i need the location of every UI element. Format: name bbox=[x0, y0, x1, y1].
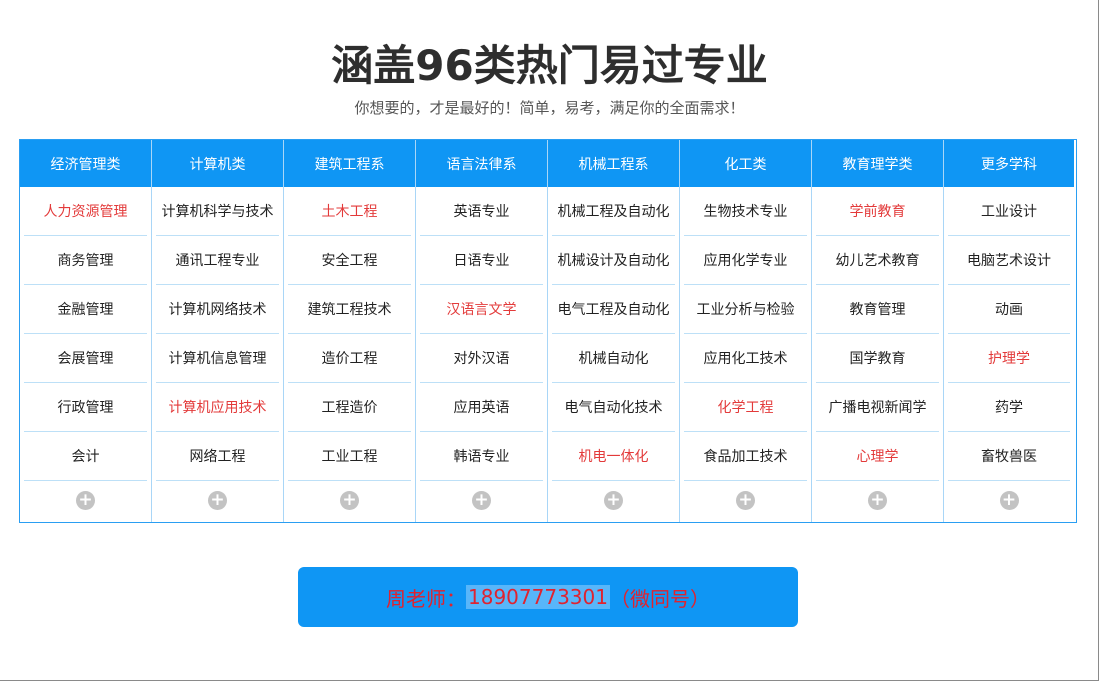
more-row: + bbox=[284, 481, 415, 519]
major-link[interactable]: 食品加工技术 bbox=[684, 432, 807, 481]
page: 涵盖96类热门易过专业 你想要的，才是最好的！简单，易考，满足你的全面需求！ 经… bbox=[0, 0, 1099, 681]
major-link[interactable]: 教育管理 bbox=[816, 285, 939, 334]
major-link[interactable]: 造价工程 bbox=[288, 334, 411, 383]
contact-button[interactable]: 周老师： 18907773301 （微同号） bbox=[298, 567, 798, 627]
category-column: 教育理学类 学前教育 幼儿艺术教育 教育管理 国学教育 广播电视新闻学 心理学 + bbox=[812, 140, 944, 522]
major-link[interactable]: 工业分析与检验 bbox=[684, 285, 807, 334]
plus-icon[interactable]: + bbox=[340, 490, 359, 510]
major-link[interactable]: 计算机信息管理 bbox=[156, 334, 279, 383]
major-link[interactable]: 金融管理 bbox=[24, 285, 147, 334]
major-link[interactable]: 计算机科学与技术 bbox=[156, 187, 279, 236]
major-link[interactable]: 幼儿艺术教育 bbox=[816, 236, 939, 285]
major-link[interactable]: 药学 bbox=[948, 383, 1070, 432]
category-header[interactable]: 机械工程系 bbox=[548, 140, 679, 187]
major-link[interactable]: 计算机网络技术 bbox=[156, 285, 279, 334]
major-link[interactable]: 商务管理 bbox=[24, 236, 147, 285]
major-link[interactable]: 韩语专业 bbox=[420, 432, 543, 481]
major-link[interactable]: 机械设计及自动化 bbox=[552, 236, 675, 285]
major-link[interactable]: 广播电视新闻学 bbox=[816, 383, 939, 432]
category-header[interactable]: 建筑工程系 bbox=[284, 140, 415, 187]
page-subtitle: 你想要的，才是最好的！简单，易考，满足你的全面需求！ bbox=[354, 99, 745, 117]
major-link[interactable]: 工业工程 bbox=[288, 432, 411, 481]
category-column: 语言法律系 英语专业 日语专业 汉语言文学 对外汉语 应用英语 韩语专业 + bbox=[416, 140, 548, 522]
more-row: + bbox=[812, 481, 943, 519]
category-header[interactable]: 化工类 bbox=[680, 140, 811, 187]
major-link[interactable]: 心理学 bbox=[816, 432, 939, 481]
plus-icon[interactable]: + bbox=[472, 490, 491, 510]
major-link[interactable]: 工业设计 bbox=[948, 187, 1070, 236]
major-link[interactable]: 电气工程及自动化 bbox=[552, 285, 675, 334]
plus-icon[interactable]: + bbox=[868, 490, 887, 510]
major-link[interactable]: 电气自动化技术 bbox=[552, 383, 675, 432]
more-row: + bbox=[548, 481, 679, 519]
plus-icon[interactable]: + bbox=[604, 490, 623, 510]
category-header[interactable]: 教育理学类 bbox=[812, 140, 943, 187]
more-row: + bbox=[944, 481, 1074, 519]
plus-icon[interactable]: + bbox=[208, 490, 227, 510]
category-column: 化工类 生物技术专业 应用化学专业 工业分析与检验 应用化工技术 化学工程 食品加工技术 + bbox=[680, 140, 812, 522]
major-link[interactable]: 学前教育 bbox=[816, 187, 939, 236]
major-link[interactable]: 生物技术专业 bbox=[684, 187, 807, 236]
category-column: 计算机类 计算机科学与技术 通讯工程专业 计算机网络技术 计算机信息管理 计算机应用技术网… bbox=[152, 140, 284, 522]
major-link[interactable]: 应用化学专业 bbox=[684, 236, 807, 285]
category-header[interactable]: 计算机类 bbox=[152, 140, 283, 187]
major-link[interactable]: 会计 bbox=[24, 432, 147, 481]
major-link[interactable]: 安全工程 bbox=[288, 236, 411, 285]
major-link[interactable]: 动画 bbox=[948, 285, 1070, 334]
more-row: + bbox=[416, 481, 547, 519]
category-header[interactable]: 经济管理类 bbox=[20, 140, 151, 187]
major-link[interactable]: 化学工程 bbox=[684, 383, 807, 432]
major-link[interactable]: 机械工程及自动化 bbox=[552, 187, 675, 236]
category-header[interactable]: 语言法律系 bbox=[416, 140, 547, 187]
major-link[interactable]: 通讯工程专业 bbox=[156, 236, 279, 285]
major-link[interactable]: 工程造价 bbox=[288, 383, 411, 432]
contact-suffix: （微同号） bbox=[609, 586, 710, 611]
contact-phone: 18907773301 bbox=[466, 585, 610, 609]
plus-icon[interactable]: + bbox=[999, 490, 1019, 510]
major-link[interactable]: 网络工程 bbox=[156, 432, 279, 481]
major-link[interactable]: 行政管理 bbox=[24, 383, 147, 432]
major-link[interactable]: 人力资源管理 bbox=[24, 187, 147, 236]
plus-icon[interactable]: + bbox=[76, 490, 95, 510]
major-link[interactable]: 护理学 bbox=[948, 334, 1070, 383]
major-link[interactable]: 机械自动化 bbox=[552, 334, 675, 383]
more-row: + bbox=[20, 481, 151, 519]
majors-grid: 经济管理类 人力资源管理 商务管理 金融管理 会展管理 行政管理 会计 + 计算机类 计算机科学与… bbox=[19, 139, 1077, 523]
category-column: 经济管理类 人力资源管理 商务管理 金融管理 会展管理 行政管理 会计 + bbox=[20, 140, 152, 522]
major-link[interactable]: 畜牧兽医 bbox=[948, 432, 1070, 481]
category-column: 建筑工程系 土木工程 安全工程 建筑工程技术 造价工程 工程造价 工业工程 + bbox=[284, 140, 416, 522]
major-link[interactable]: 机电一体化 bbox=[552, 432, 675, 481]
major-link[interactable]: 建筑工程技术 bbox=[288, 285, 411, 334]
major-link[interactable]: 汉语言文学 bbox=[420, 285, 543, 334]
major-link[interactable]: 计算机应用技术 bbox=[156, 383, 279, 432]
page-title: 涵盖96类热门易过专业 bbox=[331, 41, 768, 90]
major-link[interactable]: 日语专业 bbox=[420, 236, 543, 285]
major-link[interactable]: 会展管理 bbox=[24, 334, 147, 383]
major-link[interactable]: 对外汉语 bbox=[420, 334, 543, 383]
major-link[interactable]: 英语专业 bbox=[420, 187, 543, 236]
major-link[interactable]: 土木工程 bbox=[288, 187, 411, 236]
major-link[interactable]: 应用英语 bbox=[420, 383, 543, 432]
contact-prefix: 周老师： bbox=[386, 586, 466, 611]
category-column: 机械工程系 机械工程及自动化 机械设计及自动化 电气工程及自动化 机械自动化 电气自动化技… bbox=[548, 140, 680, 522]
more-row: + bbox=[680, 481, 811, 519]
major-link[interactable]: 电脑艺术设计 bbox=[948, 236, 1070, 285]
more-row: + bbox=[152, 481, 283, 519]
major-link[interactable]: 国学教育 bbox=[816, 334, 939, 383]
category-column: 更多学科 工业设计 电脑艺术设计 动画 护理学 药学 畜牧兽医 + bbox=[944, 140, 1074, 522]
major-link[interactable]: 应用化工技术 bbox=[684, 334, 807, 383]
category-header[interactable]: 更多学科 bbox=[944, 140, 1074, 187]
plus-icon[interactable]: + bbox=[736, 490, 755, 510]
